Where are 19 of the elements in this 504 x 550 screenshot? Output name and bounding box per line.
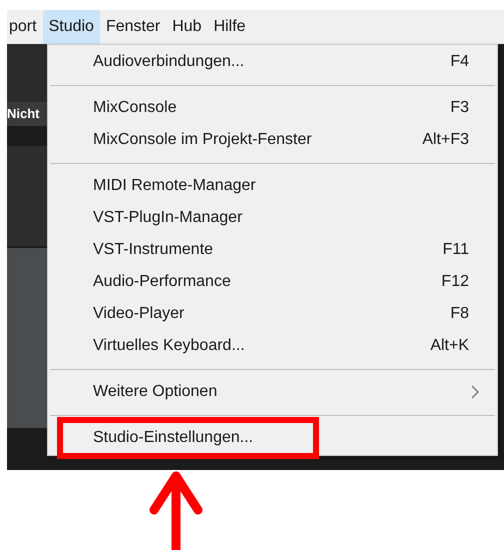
menu-item[interactable]: VST-PlugIn-Manager [48,202,497,234]
menu-item[interactable]: MixConsole im Projekt-Fenster Alt+F3 [48,124,497,156]
menu-bar-item[interactable]: Hilfe [208,10,252,44]
menu-item[interactable]: Virtuelles Keyboard... Alt+K [48,330,497,362]
menu-item[interactable]: Video-Player F8 [48,298,497,330]
menu-item[interactable]: MixConsole F3 [48,92,497,124]
chevron-right-icon [471,385,479,399]
menu-item[interactable]: MIDI Remote-Manager [48,170,497,202]
status-label: Nicht [7,102,47,126]
menu-bar-item[interactable]: Hub [166,10,208,44]
toolbar-panel [7,44,47,102]
menu-item[interactable]: Audioverbindungen... F4 [48,46,497,78]
menu-bar-item[interactable]: Fenster [100,10,166,44]
menu-item[interactable]: VST-Instrumente F11 [48,234,497,266]
menu-item[interactable]: Audio-Performance F12 [48,266,497,298]
menu-bar-item[interactable]: Studio [42,10,100,44]
menu-bar-item[interactable]: port [7,10,43,44]
menu-item[interactable]: Studio-Einstellungen... [48,422,497,454]
menu-item[interactable]: Weitere Optionen [48,376,497,408]
